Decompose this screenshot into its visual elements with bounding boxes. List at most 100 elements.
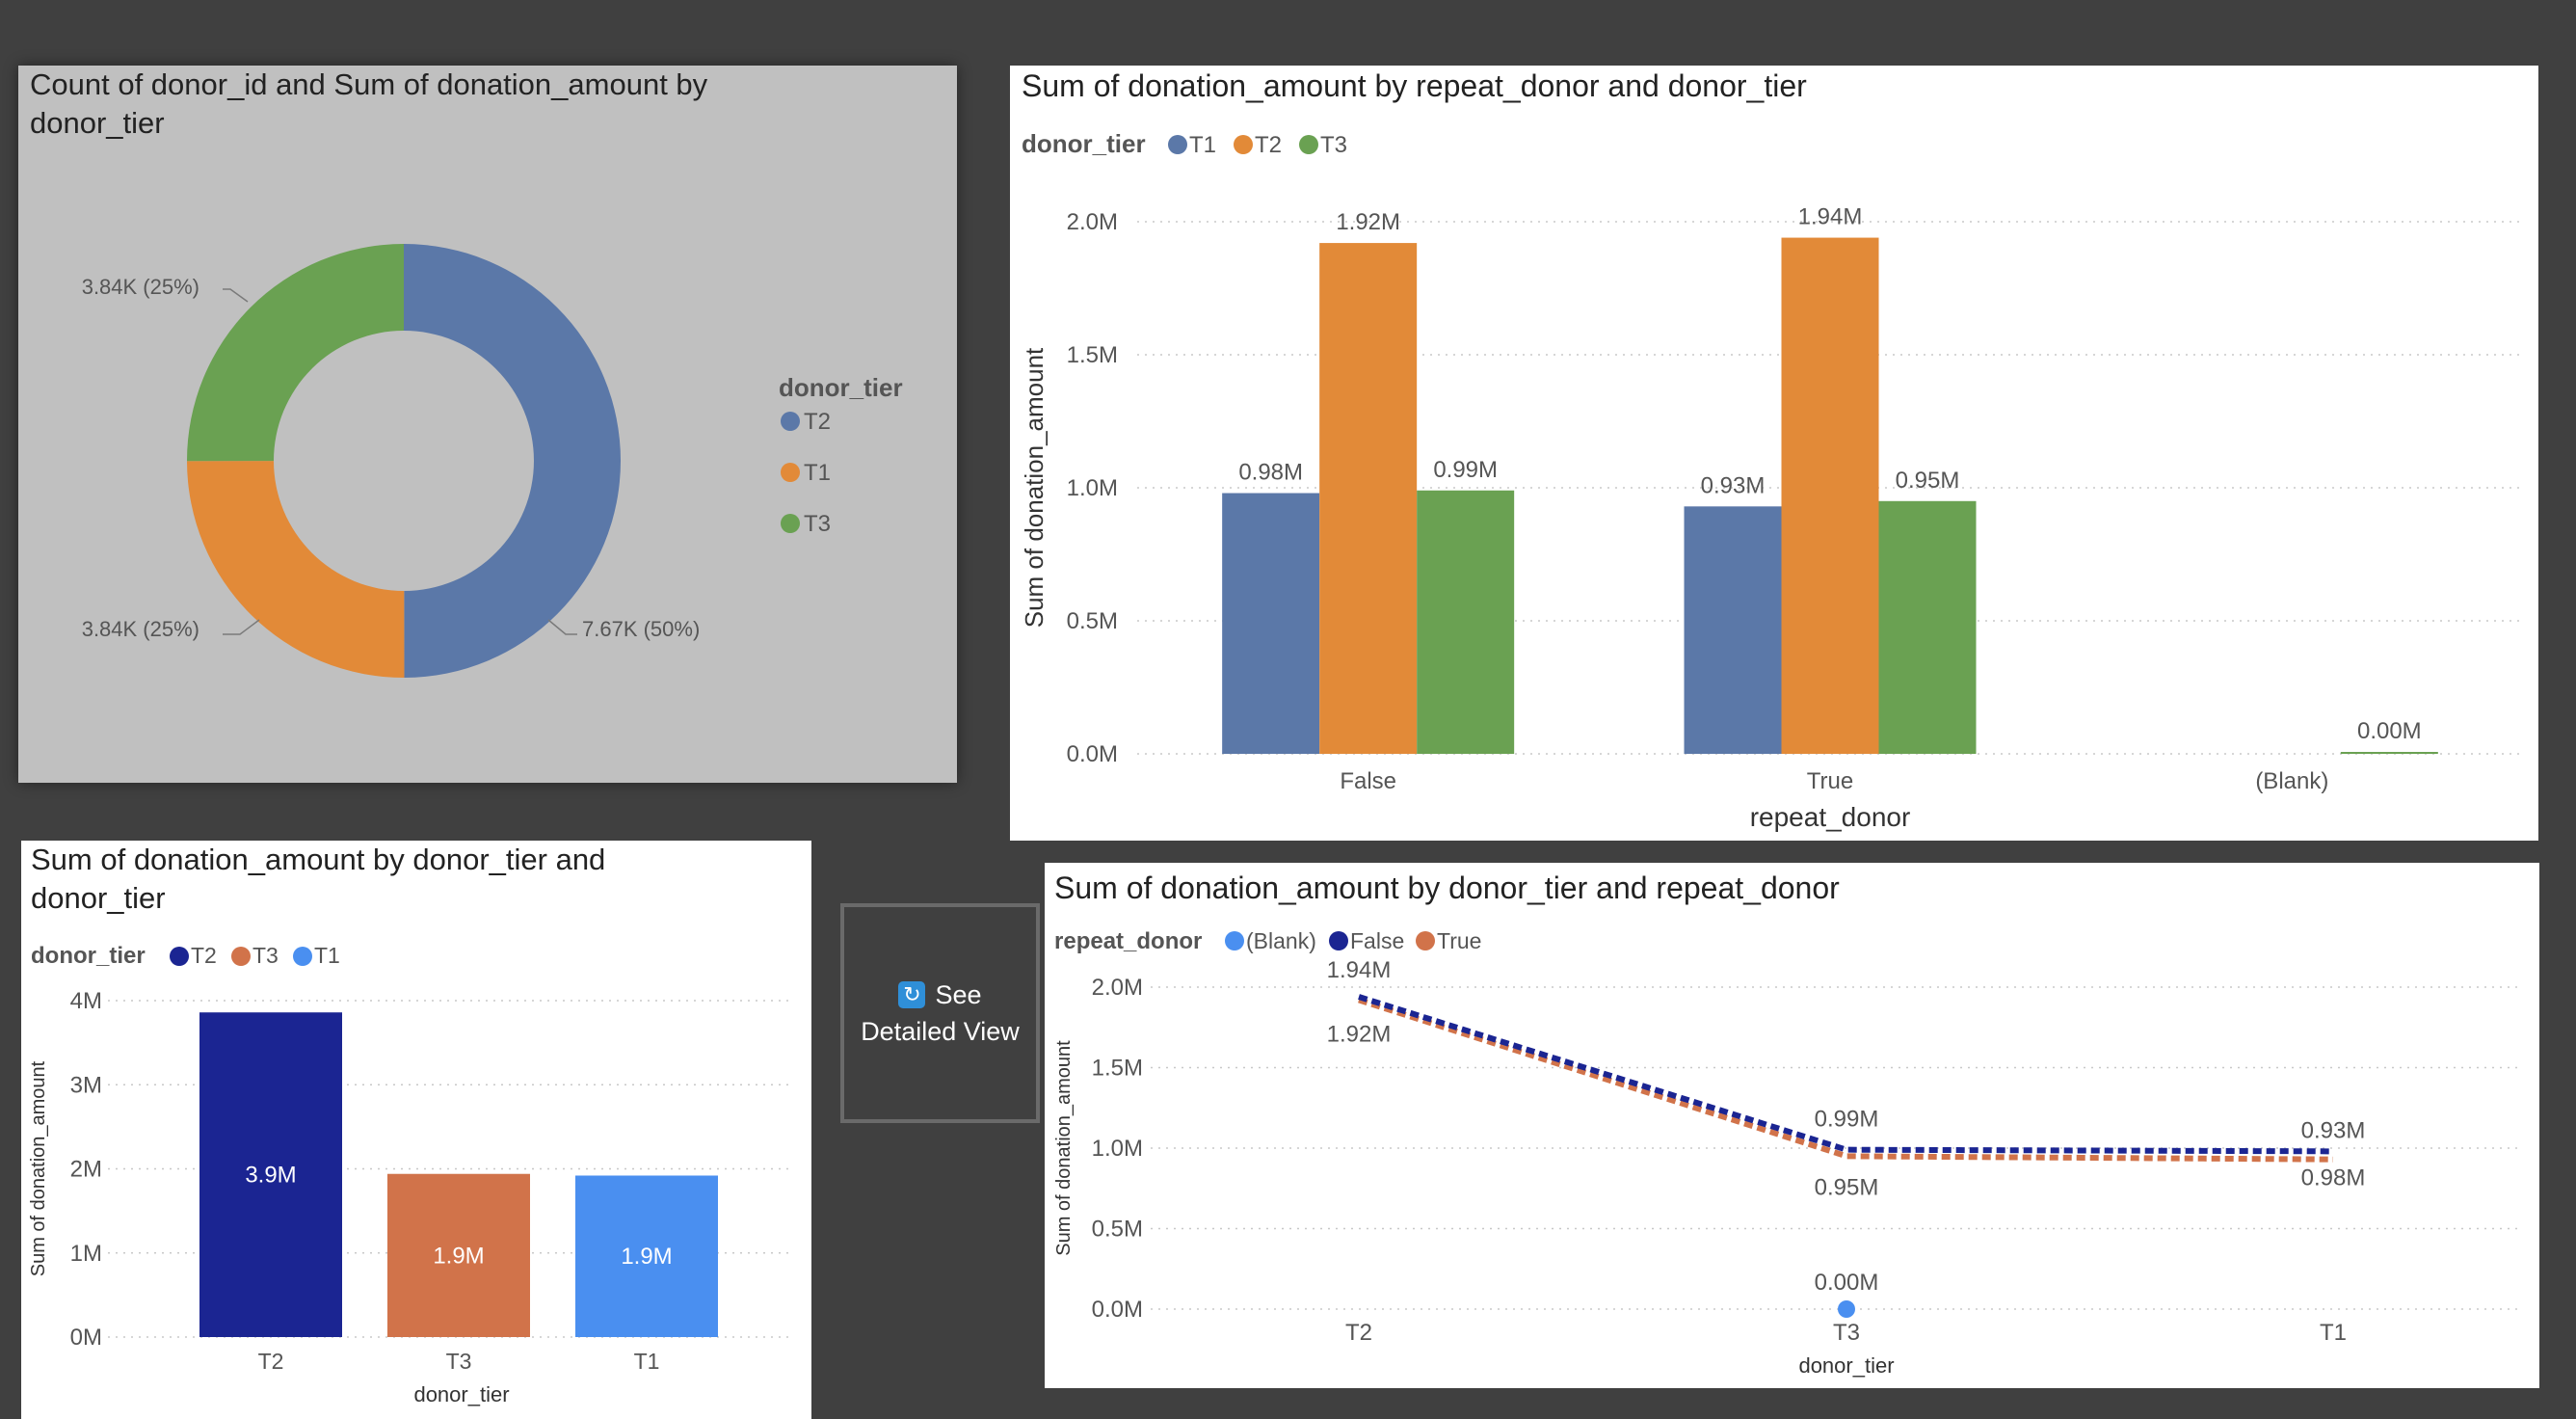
legend-item: T1 xyxy=(804,460,831,486)
data-label: 0.99M xyxy=(1815,1107,1879,1133)
detail-button-line1: See xyxy=(935,980,982,1009)
data-label: 1.94M xyxy=(1327,957,1392,983)
legend-marker xyxy=(781,463,800,482)
y-tick-label: 0.0M xyxy=(1092,1297,1143,1323)
data-label: 0.93M xyxy=(1701,472,1766,498)
y-tick-label: 1.0M xyxy=(1067,475,1118,501)
data-label: 1.92M xyxy=(1336,209,1400,235)
series-point-(Blank) xyxy=(1838,1300,1855,1318)
legend-marker xyxy=(1329,931,1348,950)
legend-item: T3 xyxy=(252,943,279,968)
data-label: 0.93M xyxy=(2301,1118,2366,1144)
data-label: 0.00M xyxy=(1815,1270,1879,1296)
legend-marker xyxy=(781,412,800,431)
legend-marker xyxy=(293,947,312,966)
chart-title: donor_tier xyxy=(30,106,165,140)
donut-chart-panel[interactable]: Count of donor_id and Sum of donation_am… xyxy=(18,66,957,783)
clustered-bar-chart: Sum of donation_amount by repeat_donor a… xyxy=(1020,68,2523,832)
data-label: 1.92M xyxy=(1327,1021,1392,1047)
donut-slice-T1 xyxy=(187,461,405,678)
leader-line xyxy=(547,619,577,635)
x-tick-label: T1 xyxy=(2320,1320,2347,1346)
x-tick-label: True xyxy=(1807,768,1853,794)
y-tick-label: 0.5M xyxy=(1092,1217,1143,1243)
legend-item: (Blank) xyxy=(1246,928,1316,953)
y-tick-label: 2M xyxy=(70,1157,102,1183)
data-label: 3.84K (25%) xyxy=(82,617,199,641)
bar-True-T1 xyxy=(1684,506,1782,754)
tier-bar-chart-panel[interactable]: Sum of donation_amount by donor_tier and… xyxy=(21,841,811,1419)
y-axis-label: Sum of donation_amount xyxy=(1053,1040,1075,1256)
y-tick-label: 0M xyxy=(70,1325,102,1351)
series-line-True xyxy=(1358,997,2334,1163)
bar-(Blank)-T3 xyxy=(2340,752,2438,754)
y-tick-label: 3M xyxy=(70,1072,102,1098)
bar-False-T2 xyxy=(1319,243,1418,754)
chart-title: Sum of donation_amount by donor_tier and… xyxy=(1054,870,1840,905)
chart-title: Sum of donation_amount by donor_tier and xyxy=(31,843,605,876)
detail-button-line2: Detailed View xyxy=(861,1017,1020,1046)
legend-item: T1 xyxy=(314,943,340,968)
legend-marker xyxy=(231,947,251,966)
legend-marker xyxy=(1234,135,1253,154)
legend-title: donor_tier xyxy=(31,943,146,969)
legend-item: T3 xyxy=(804,511,831,537)
data-label: 0.00M xyxy=(2357,718,2422,744)
data-label: 1.9M xyxy=(433,1243,484,1269)
x-tick-label: T3 xyxy=(446,1349,472,1374)
legend-marker xyxy=(1416,931,1435,950)
x-tick-label: T1 xyxy=(634,1349,660,1374)
see-detailed-view-button[interactable]: ↻ See Detailed View xyxy=(840,903,1040,1123)
legend-item: T3 xyxy=(1320,132,1347,158)
data-label: 0.99M xyxy=(1433,457,1498,483)
legend-marker xyxy=(1299,135,1318,154)
bar-False-T1 xyxy=(1222,493,1320,754)
data-label: 7.67K (50%) xyxy=(582,617,700,641)
data-label: 1.94M xyxy=(1798,204,1863,230)
chart-title: donor_tier xyxy=(31,881,166,915)
data-label: 3.84K (25%) xyxy=(82,275,199,299)
data-label: 3.9M xyxy=(245,1163,296,1189)
donut-slice-T2 xyxy=(404,244,621,678)
y-tick-label: 1.5M xyxy=(1067,342,1118,368)
data-label: 0.98M xyxy=(1238,460,1303,486)
leader-line xyxy=(223,288,249,303)
legend-title: donor_tier xyxy=(1022,129,1146,158)
bar-True-T3 xyxy=(1878,500,1977,754)
x-tick-label: T2 xyxy=(1345,1320,1372,1346)
legend-item: T2 xyxy=(191,943,217,968)
line-chart-panel[interactable]: Sum of donation_amount by donor_tier and… xyxy=(1045,863,2539,1388)
x-axis-label: donor_tier xyxy=(1798,1353,1894,1378)
legend-item: True xyxy=(1437,928,1481,953)
bar-True-T2 xyxy=(1781,237,1879,754)
y-tick-label: 0.0M xyxy=(1067,741,1118,767)
y-axis-label: Sum of donation_amount xyxy=(1020,347,1049,628)
x-axis-label: repeat_donor xyxy=(1750,802,1911,832)
legend-marker xyxy=(1225,931,1244,950)
legend-marker xyxy=(170,947,189,966)
line-chart: Sum of donation_amount by donor_tier and… xyxy=(1053,870,2519,1378)
donut-chart: Count of donor_id and Sum of donation_am… xyxy=(30,67,903,678)
clustered-bar-chart-panel[interactable]: Sum of donation_amount by repeat_donor a… xyxy=(1010,66,2538,841)
chart-title: Sum of donation_amount by repeat_donor a… xyxy=(1022,68,1807,103)
x-tick-label: T2 xyxy=(258,1349,284,1374)
detail-button-row: ↻ See xyxy=(898,977,982,1013)
data-label: 0.95M xyxy=(1896,468,1960,494)
legend-item: T2 xyxy=(1255,132,1282,158)
refresh-icon: ↻ xyxy=(898,981,926,1008)
data-label: 1.9M xyxy=(621,1244,672,1270)
donut-slice-T3 xyxy=(187,244,404,462)
legend-title: donor_tier xyxy=(779,373,903,402)
y-tick-label: 1.5M xyxy=(1092,1056,1143,1082)
y-tick-label: 2.0M xyxy=(1067,209,1118,235)
y-tick-label: 4M xyxy=(70,988,102,1014)
y-tick-label: 1.0M xyxy=(1092,1136,1143,1162)
leader-line xyxy=(223,619,260,635)
y-tick-label: 1M xyxy=(70,1241,102,1267)
chart-title: Count of donor_id and Sum of donation_am… xyxy=(30,67,708,101)
legend-marker xyxy=(1168,135,1187,154)
y-tick-label: 0.5M xyxy=(1067,608,1118,634)
tier-bar-chart: Sum of donation_amount by donor_tier and… xyxy=(28,843,792,1406)
bar-False-T3 xyxy=(1417,490,1515,754)
y-tick-label: 2.0M xyxy=(1092,975,1143,1001)
